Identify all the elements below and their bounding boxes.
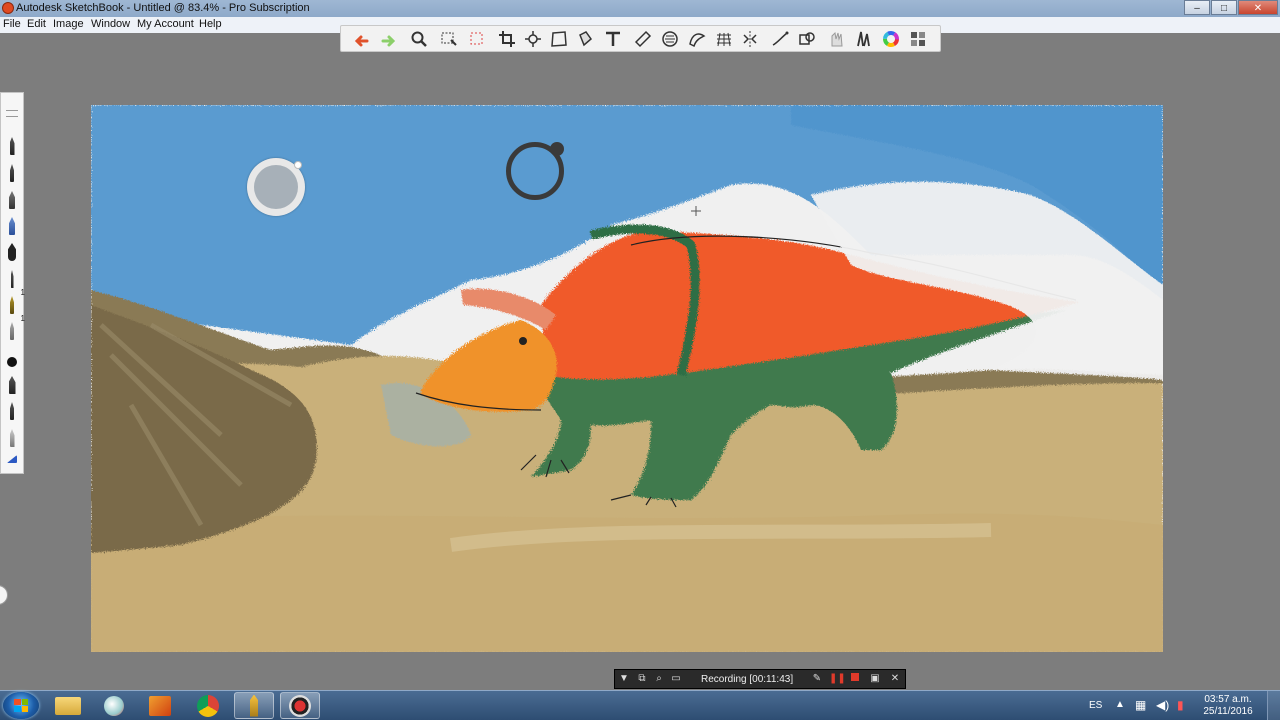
menu-help[interactable]: Help — [199, 18, 222, 30]
color-puck[interactable] — [247, 158, 305, 216]
brush-size-puck[interactable] — [506, 142, 564, 200]
undo-icon[interactable] — [350, 29, 372, 49]
palette-handle[interactable] — [4, 107, 20, 117]
brush-palette: 1 1 — [0, 92, 25, 474]
camera-icon[interactable]: ▣ — [868, 673, 882, 685]
recording-bar: ▼ ⧉ ⌕ ▭ Recording [00:11:43] ✎ ❚❚ ▣ ✕ — [614, 669, 906, 689]
clock-date: 25/11/2016 — [1203, 706, 1253, 717]
brush-fine-pencil[interactable] — [4, 266, 20, 288]
color-puck-swatch — [254, 165, 298, 209]
ellipse-icon[interactable] — [659, 29, 681, 49]
window-title: Autodesk SketchBook - Untitled @ 83.4% -… — [16, 2, 310, 14]
brush-blue-marker[interactable] — [4, 449, 20, 463]
collapse-icon[interactable]: ▼ — [617, 673, 631, 685]
brush-size-label: 1 — [20, 288, 25, 297]
text-icon[interactable] — [602, 29, 624, 49]
brush-chisel[interactable] — [4, 372, 20, 394]
brush-pen[interactable] — [4, 398, 20, 420]
brush-ballpoint[interactable] — [4, 160, 20, 182]
chrome-icon[interactable] — [188, 692, 228, 719]
main-toolbar — [340, 25, 941, 52]
windows-explorer-icon[interactable] — [48, 692, 88, 719]
volume-icon[interactable]: ◀) — [1156, 698, 1169, 712]
stroke-icon[interactable] — [769, 29, 791, 49]
layers-icon[interactable] — [907, 29, 929, 49]
language-indicator[interactable]: ES — [1089, 700, 1102, 711]
title-bar: Autodesk SketchBook - Untitled @ 83.4% -… — [0, 0, 1280, 17]
brush-airbrush[interactable] — [4, 213, 20, 235]
recorder-icon[interactable] — [280, 692, 320, 719]
lasso-icon[interactable] — [466, 29, 488, 49]
brush-library-icon[interactable] — [853, 29, 875, 49]
fill-icon[interactable] — [574, 29, 596, 49]
show-desktop-button[interactable] — [1267, 691, 1280, 720]
crop-icon[interactable] — [496, 29, 518, 49]
brush-size-label: 1 — [20, 314, 25, 323]
window-controls: – □ ✕ — [1183, 0, 1278, 15]
shape-icon[interactable] — [796, 29, 818, 49]
ruler-icon[interactable] — [632, 29, 654, 49]
clock-time: 03:57 a.m. — [1204, 694, 1252, 705]
close-recording-icon[interactable]: ✕ — [888, 673, 902, 685]
copic-icon[interactable] — [826, 29, 848, 49]
recording-status: Recording [00:11:43] — [701, 674, 794, 685]
power-icon[interactable]: ▮ — [1177, 698, 1184, 712]
clock[interactable]: 03:57 a.m. 25/11/2016 — [1196, 694, 1260, 718]
color-puck-handle[interactable] — [294, 161, 302, 169]
menu-file[interactable]: File — [3, 18, 21, 30]
zoom-icon[interactable]: ⌕ — [652, 673, 666, 685]
redo-icon[interactable] — [378, 29, 400, 49]
show-hidden-icons[interactable]: ▲ — [1115, 699, 1125, 710]
restore-icon[interactable]: ⧉ — [635, 673, 649, 685]
paint-icon[interactable] — [94, 692, 134, 719]
brush-size-puck-handle[interactable] — [550, 142, 564, 156]
pause-icon[interactable]: ❚❚ — [829, 673, 846, 685]
menu-my-account[interactable]: My Account — [137, 18, 194, 30]
brush-pencil[interactable] — [4, 133, 20, 155]
stop-icon[interactable] — [848, 673, 862, 685]
taskbar: ES ▲ ▦ ◀) ▮ 03:57 a.m. 25/11/2016 — [0, 690, 1280, 720]
windows-logo-icon — [14, 699, 28, 712]
brush-marker[interactable] — [4, 187, 20, 209]
brush-size-2[interactable]: 1 — [4, 314, 25, 340]
perspective-icon[interactable] — [713, 29, 735, 49]
menu-image[interactable]: Image — [53, 18, 84, 30]
color-wheel-icon[interactable] — [880, 29, 902, 49]
office-icon[interactable] — [140, 692, 180, 719]
start-button[interactable] — [3, 692, 39, 719]
transform-icon[interactable] — [522, 29, 544, 49]
sketchbook-app-icon — [2, 2, 14, 14]
palette-toggle[interactable] — [0, 585, 8, 605]
minimize-button[interactable]: – — [1184, 0, 1210, 15]
menu-window[interactable]: Window — [91, 18, 130, 30]
zoom-icon[interactable] — [408, 29, 430, 49]
brush-paintbrush[interactable] — [4, 239, 20, 261]
distort-icon[interactable] — [548, 29, 570, 49]
maximize-button[interactable]: □ — [1211, 0, 1237, 15]
brush-eraser[interactable] — [4, 425, 20, 447]
brush-ink-blob[interactable] — [4, 345, 20, 367]
region-icon[interactable]: ▭ — [669, 673, 683, 685]
pen-icon[interactable]: ✎ — [810, 673, 824, 685]
sketchbook-icon[interactable] — [234, 692, 274, 719]
brush-size-1[interactable]: 1 — [4, 288, 25, 314]
french-curve-icon[interactable] — [686, 29, 708, 49]
symmetry-icon[interactable] — [739, 29, 761, 49]
close-button[interactable]: ✕ — [1238, 0, 1278, 15]
menu-edit[interactable]: Edit — [27, 18, 46, 30]
network-icon[interactable]: ▦ — [1135, 698, 1146, 712]
select-icon[interactable] — [438, 29, 460, 49]
